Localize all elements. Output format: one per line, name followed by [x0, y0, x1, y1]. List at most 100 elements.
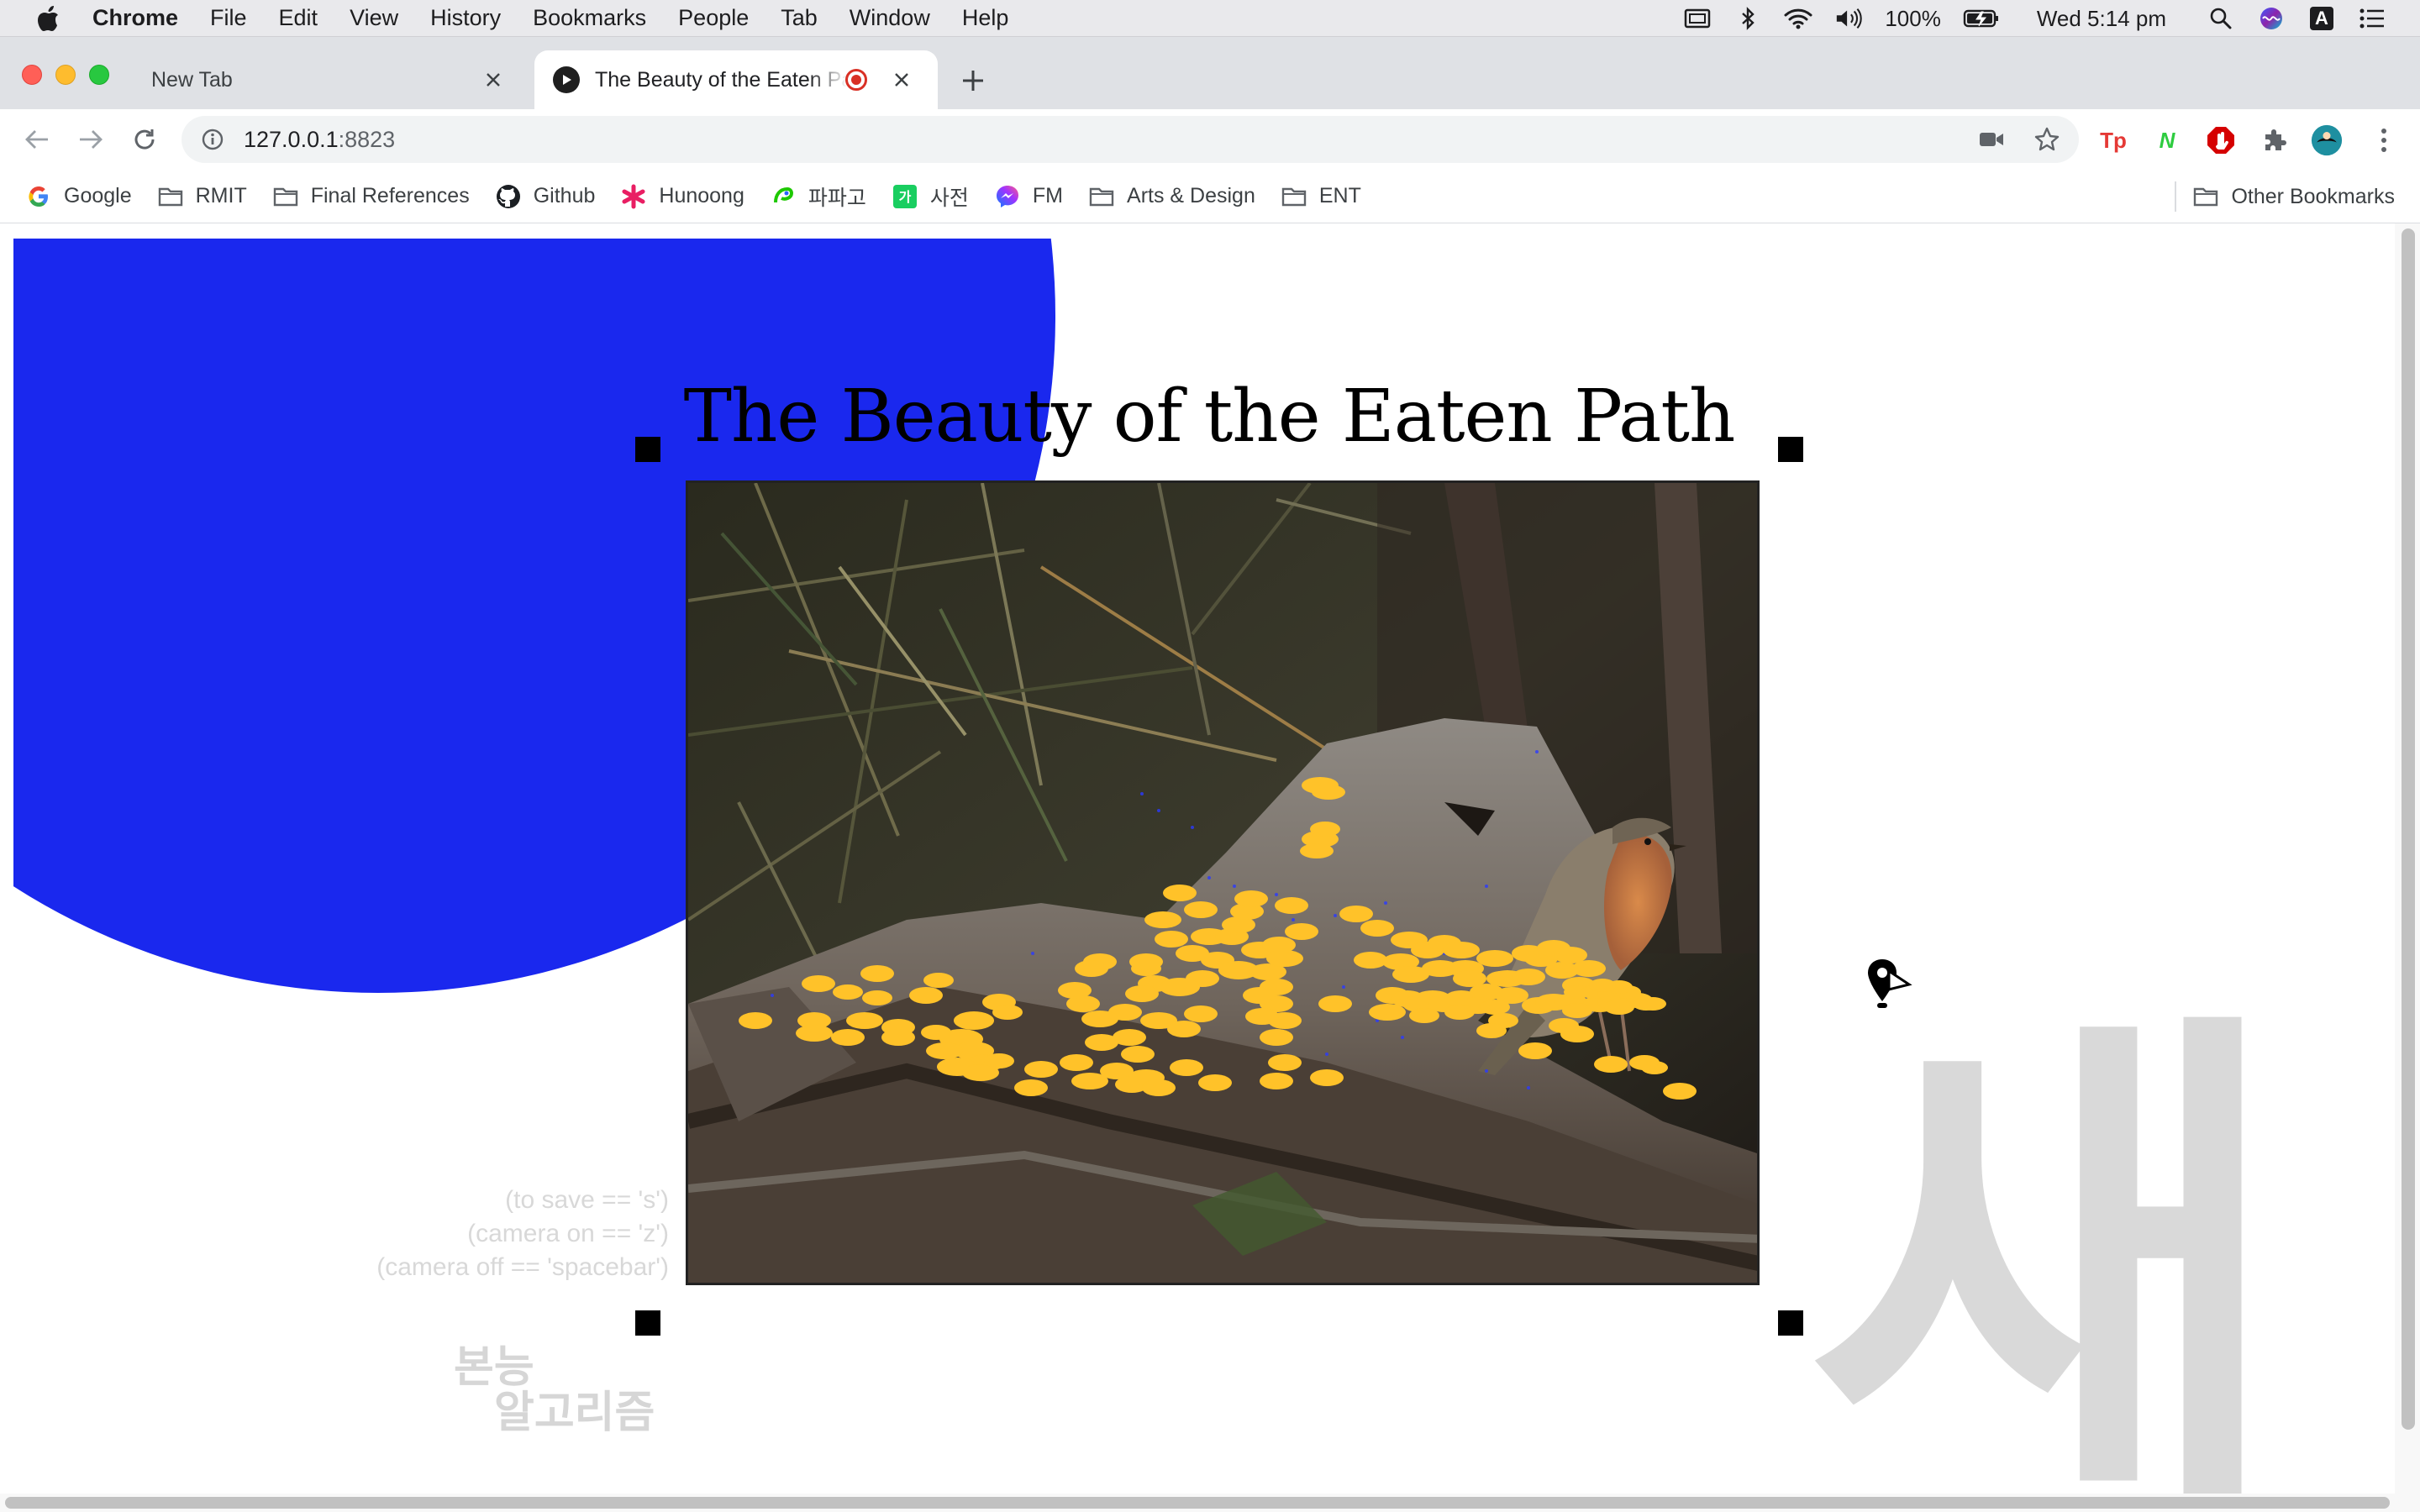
- bookmark-label: 파파고: [808, 186, 866, 210]
- resize-handle-bottom-right[interactable]: [1778, 1310, 1803, 1336]
- bluetooth-icon[interactable]: [1733, 7, 1762, 30]
- google-icon: [25, 183, 52, 210]
- hint-camera-off: (camera off == 'spacebar'): [376, 1253, 669, 1281]
- url-host: 127.0.0.1: [244, 126, 339, 152]
- tab-title: The Beauty of the Eaten Path: [595, 67, 847, 92]
- menu-tab[interactable]: Tab: [781, 5, 818, 31]
- bookmark-papago[interactable]: 파파고: [770, 178, 866, 215]
- tab-new-tab[interactable]: New Tab: [126, 50, 529, 109]
- korean-label-instinct: 본능: [454, 1341, 534, 1393]
- bookmark-label: ENT: [1318, 184, 1361, 207]
- bookmark-dictionary[interactable]: 가 사전: [892, 178, 969, 215]
- bookmark-label: Other Bookmarks: [2231, 184, 2395, 208]
- tab-beauty-eaten-path[interactable]: The Beauty of the Eaten Path: [534, 50, 938, 109]
- web-page: The Beauty of the Eaten Path (to save ==…: [0, 223, 2420, 1512]
- hint-camera-on: (camera on == 'z'): [467, 1220, 669, 1247]
- bookmark-fm[interactable]: FM: [994, 178, 1063, 215]
- chrome-menu-icon[interactable]: [2368, 124, 2400, 156]
- back-arrow-icon[interactable]: [22, 124, 52, 155]
- menu-help[interactable]: Help: [962, 5, 1009, 31]
- menu-view[interactable]: View: [350, 5, 398, 31]
- bookmark-label: Github: [533, 184, 596, 207]
- window-zoom-button[interactable]: [89, 65, 109, 85]
- horizontal-scrollbar[interactable]: [0, 1494, 2420, 1512]
- bookmark-final-references[interactable]: Final References: [272, 178, 470, 215]
- volume-icon[interactable]: [1834, 7, 1863, 30]
- bookmark-label: Hunoong: [659, 184, 744, 207]
- menu-file[interactable]: File: [210, 5, 247, 31]
- menu-bookmarks[interactable]: Bookmarks: [533, 5, 646, 31]
- battery-icon[interactable]: [1963, 7, 2000, 30]
- horizontal-scroll-thumb[interactable]: [5, 1497, 2390, 1509]
- folder-icon: [1281, 183, 1307, 210]
- robin-on-log-photo: [688, 483, 1757, 1283]
- tp-extension-icon[interactable]: Tp: [2097, 124, 2129, 156]
- bookmark-ent[interactable]: ENT: [1281, 178, 1361, 215]
- window-close-button[interactable]: [22, 65, 42, 85]
- folder-icon: [157, 183, 184, 210]
- window-minimize-button[interactable]: [55, 65, 76, 85]
- notification-center-icon[interactable]: [2358, 7, 2386, 30]
- bookmarks-bar: Google RMIT Final References Github Huno…: [0, 170, 2420, 223]
- close-tab-icon[interactable]: [889, 67, 914, 92]
- svg-text:가: 가: [899, 189, 912, 205]
- menu-history[interactable]: History: [430, 5, 501, 31]
- bookmark-other-bookmarks[interactable]: Other Bookmarks: [2192, 178, 2395, 215]
- vertical-scrollbar[interactable]: [2395, 223, 2420, 1500]
- n-extension-icon[interactable]: N: [2151, 124, 2183, 156]
- app-name-menu[interactable]: Chrome: [92, 5, 178, 31]
- bookmark-rmit[interactable]: RMIT: [157, 178, 247, 215]
- recording-indicator-icon: [845, 69, 867, 91]
- bookmark-star-icon[interactable]: [2032, 124, 2062, 155]
- korean-label-algorithm: 알고리즘: [494, 1387, 655, 1438]
- folder-icon: [272, 183, 299, 210]
- clock[interactable]: Wed 5:14 pm: [2037, 6, 2166, 32]
- browser-toolbar: 127.0.0.1:8823 Tp N: [0, 109, 2420, 170]
- bookmark-label: Google: [64, 184, 132, 207]
- menu-people[interactable]: People: [678, 5, 749, 31]
- bookmark-label: 사전: [929, 186, 969, 210]
- papago-icon: [770, 183, 797, 210]
- bookmark-label: Final References: [310, 184, 470, 207]
- resize-handle-top-left[interactable]: [635, 437, 660, 462]
- tab-strip: New Tab The Beauty of the Eaten Path: [0, 37, 2420, 109]
- reload-icon[interactable]: [129, 124, 160, 155]
- profile-avatar[interactable]: [2311, 124, 2343, 156]
- address-bar[interactable]: 127.0.0.1:8823: [182, 116, 2079, 163]
- bookmark-hunoong[interactable]: Hunoong: [620, 178, 744, 215]
- vertical-scroll-thumb[interactable]: [2402, 228, 2415, 1430]
- forward-arrow-icon[interactable]: [76, 124, 106, 155]
- resize-handle-bottom-left[interactable]: [635, 1310, 660, 1336]
- bookmark-label: RMIT: [195, 184, 247, 207]
- input-source-letter: A: [2310, 7, 2333, 30]
- site-info-icon[interactable]: [200, 127, 225, 152]
- spotlight-icon[interactable]: [2207, 7, 2235, 30]
- bookmark-arts-design[interactable]: Arts & Design: [1088, 178, 1255, 215]
- wifi-icon[interactable]: [1784, 7, 1812, 30]
- menu-edit[interactable]: Edit: [279, 5, 318, 31]
- input-source-icon[interactable]: A: [2307, 7, 2336, 30]
- folder-icon: [2192, 183, 2219, 210]
- folder-icon: [1088, 183, 1115, 210]
- new-tab-plus-icon[interactable]: [958, 66, 988, 96]
- resize-handle-top-right[interactable]: [1778, 437, 1803, 462]
- bookmarks-separator: [2175, 181, 2176, 212]
- bookmark-label: Arts & Design: [1127, 184, 1255, 207]
- close-tab-icon[interactable]: [481, 67, 506, 92]
- naver-dictionary-icon: 가: [892, 183, 918, 210]
- bookmark-label: FM: [1032, 184, 1064, 207]
- bookmark-google[interactable]: Google: [25, 178, 132, 215]
- camera-in-use-icon[interactable]: [1976, 124, 2007, 155]
- play-favicon-icon: [553, 66, 580, 93]
- siri-icon[interactable]: [2257, 7, 2286, 30]
- asterisk-icon: [620, 183, 647, 210]
- extensions-puzzle-icon[interactable]: [2259, 124, 2291, 156]
- page-title: The Beauty of the Eaten Path: [683, 375, 1736, 459]
- screen-mirror-icon[interactable]: [1683, 7, 1712, 30]
- location-pin-cursor-icon: [1854, 954, 1912, 1018]
- messenger-icon: [994, 183, 1021, 210]
- apple-icon[interactable]: [32, 5, 64, 32]
- bookmark-github[interactable]: Github: [495, 178, 596, 215]
- adblock-icon[interactable]: [2205, 124, 2237, 156]
- menu-window[interactable]: Window: [850, 5, 930, 31]
